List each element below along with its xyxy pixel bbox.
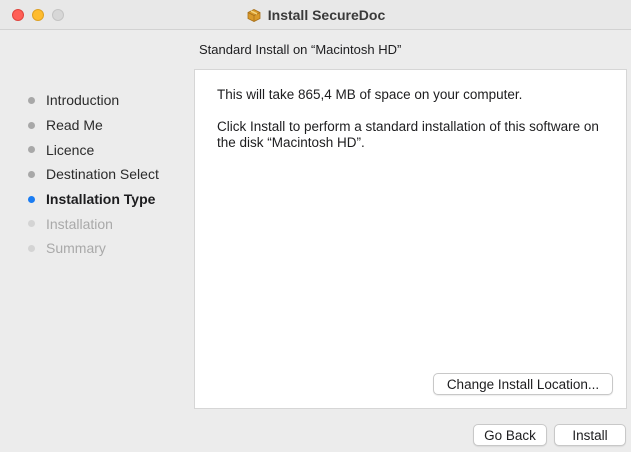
content-panel: This will take 865,4 MB of space on your… [194,69,627,409]
step-label: Installation Type [46,191,156,208]
change-install-location-button[interactable]: Change Install Location... [433,373,613,395]
title-bar[interactable]: Install SecureDoc [0,0,631,30]
step-dot-icon [28,170,35,178]
step-label: Introduction [46,92,120,109]
step-label: Summary [46,240,106,257]
step-dot-icon [28,121,35,129]
step-dot-icon [28,195,35,203]
step-dot-icon [28,220,35,228]
step-installation: Installation [28,211,193,236]
install-instruction-text: Click Install to perform a standard inst… [217,119,599,150]
package-icon [246,7,262,23]
step-dot-icon [28,96,35,104]
step-label: Destination Select [46,166,159,183]
window-title-group: Install SecureDoc [0,0,631,30]
step-label: Licence [46,141,95,158]
go-back-button[interactable]: Go Back [473,424,547,446]
step-installation-type: Installation Type [28,187,193,212]
step-introduction: Introduction [28,88,193,113]
step-dot-icon [28,146,35,154]
step-label: Read Me [46,117,103,134]
step-licence: Licence [28,137,193,162]
installer-steps: Introduction Read Me Licence Destination… [28,88,193,261]
install-button[interactable]: Install [554,424,626,446]
step-label: Installation [46,215,113,232]
installer-window: Install SecureDoc Standard Install on “M… [0,0,631,452]
step-read-me: Read Me [28,113,193,138]
page-subtitle: Standard Install on “Macintosh HD” [199,42,402,57]
step-destination-select: Destination Select [28,162,193,187]
window-title: Install SecureDoc [267,7,386,23]
step-dot-icon [28,244,35,252]
space-required-text: This will take 865,4 MB of space on your… [217,87,523,102]
step-summary: Summary [28,236,193,261]
